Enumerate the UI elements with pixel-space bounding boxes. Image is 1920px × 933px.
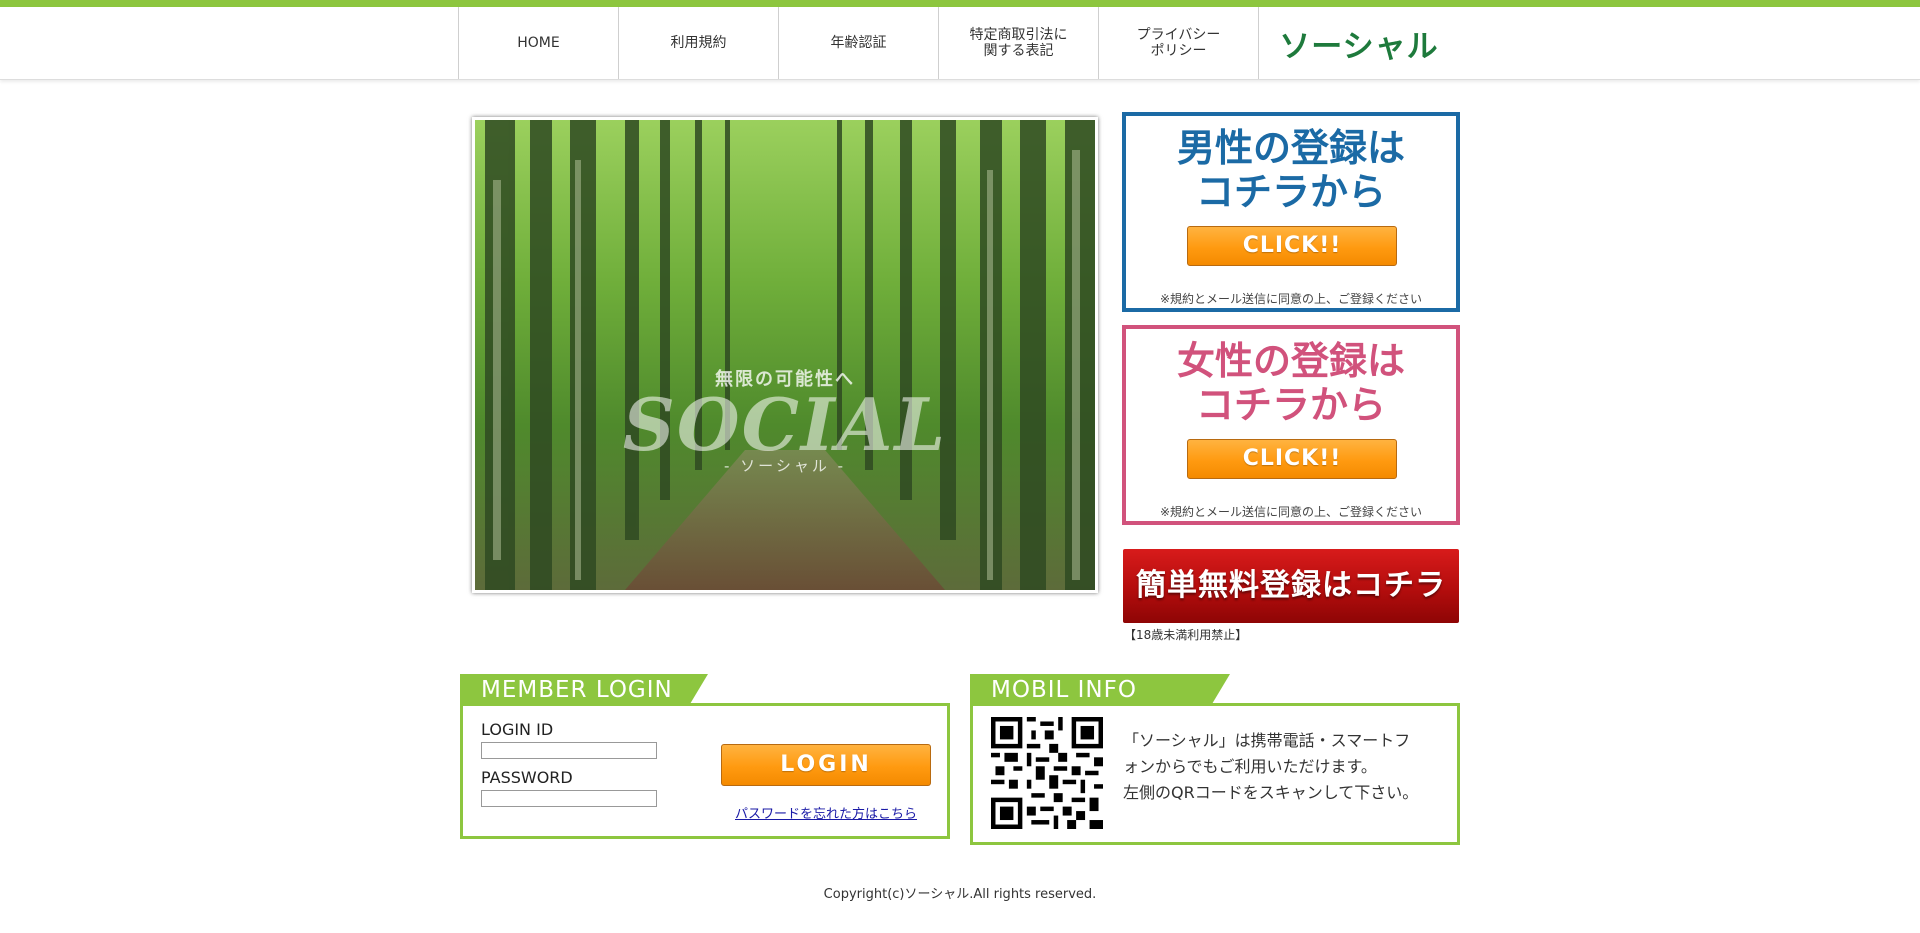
password-input[interactable] — [481, 790, 657, 807]
login-id-label: LOGIN ID — [481, 720, 554, 739]
mobil-info-panel: 「ソーシャル」は携帯電話・スマートフ ォンからでもご利用いただけます。 左側のQ… — [970, 703, 1460, 845]
qr-code — [991, 717, 1103, 829]
male-register-box: 男性の登録は コチラから CLICK!! ※規約とメール送信に同意の上、ご登録く… — [1122, 112, 1460, 312]
site-logo[interactable]: ソーシャル — [1259, 7, 1459, 79]
nav-item-commercial-law[interactable]: 特定商取引法に 関する表記 — [938, 7, 1098, 79]
male-register-note: ※規約とメール送信に同意の上、ご登録ください — [1159, 292, 1423, 306]
mobil-info-heading: MOBIL INFO — [970, 674, 1230, 704]
male-register-title: 男性の登録は コチラから — [1176, 126, 1405, 214]
male-register-button[interactable]: CLICK!! — [1187, 226, 1397, 266]
nav-menu: HOME 利用規約 年齢認証 特定商取引法に 関する表記 プライバシー ポリシー… — [458, 7, 1459, 79]
nav-item-age-verification[interactable]: 年齢認証 — [778, 7, 938, 79]
mobil-info-text: 「ソーシャル」は携帯電話・スマートフ ォンからでもご利用いただけます。 左側のQ… — [1123, 731, 1419, 802]
age-restriction-note: 【18歳未満利用禁止】 — [1124, 628, 1248, 642]
female-register-note: ※規約とメール送信に同意の上、ご登録ください — [1159, 505, 1423, 519]
nav-item-terms[interactable]: 利用規約 — [618, 7, 778, 79]
nav-item-home[interactable]: HOME — [458, 7, 618, 79]
login-button[interactable]: LOGIN — [721, 744, 931, 786]
member-login-heading: MEMBER LOGIN — [460, 674, 708, 704]
header-nav: HOME 利用規約 年齢認証 特定商取引法に 関する表記 プライバシー ポリシー… — [0, 7, 1920, 80]
female-register-box: 女性の登録は コチラから CLICK!! ※規約とメール送信に同意の上、ご登録く… — [1122, 325, 1460, 525]
top-accent-bar — [0, 0, 1920, 7]
member-login-panel: LOGIN ID PASSWORD LOGIN パスワードを忘れた方はこちら — [460, 703, 950, 839]
free-register-button[interactable]: 簡単無料登録はコチラ — [1123, 549, 1459, 623]
password-label: PASSWORD — [481, 768, 573, 787]
hero-forest-image: 無限の可能性へ SOCIAL - ソーシャル - — [472, 117, 1098, 593]
female-register-button[interactable]: CLICK!! — [1187, 439, 1397, 479]
login-id-input[interactable] — [481, 742, 657, 759]
hero-overlay: 無限の可能性へ SOCIAL - ソーシャル - — [475, 120, 1095, 590]
nav-item-privacy-policy[interactable]: プライバシー ポリシー — [1098, 7, 1259, 79]
hero-sub: - ソーシャル - — [723, 457, 847, 475]
female-register-title: 女性の登録は コチラから — [1176, 339, 1405, 427]
footer-copyright: Copyright(c)ソーシャル.All rights reserved. — [823, 887, 1097, 902]
forgot-password-link[interactable]: パスワードを忘れた方はこちら — [735, 803, 917, 822]
